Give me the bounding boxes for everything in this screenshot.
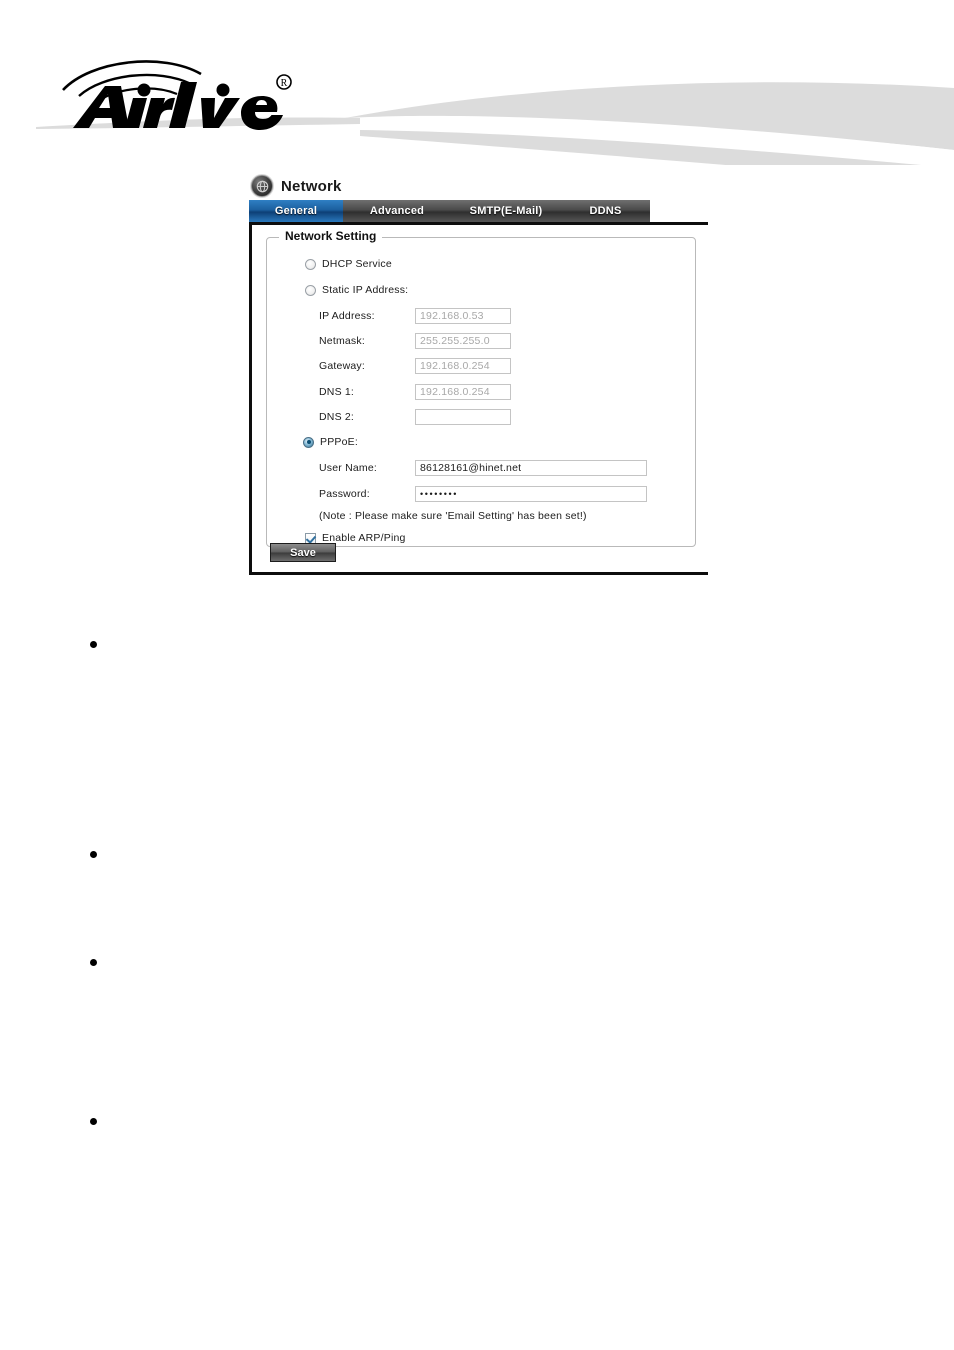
dns1-input[interactable]: 192.168.0.254: [415, 384, 511, 400]
tab-ddns[interactable]: DDNS: [561, 200, 650, 222]
svg-text:R: R: [281, 78, 288, 89]
static-ip-radio[interactable]: [305, 284, 316, 296]
page-title: Network: [281, 177, 342, 195]
fieldset-legend: Network Setting: [279, 229, 383, 243]
dhcp-service-option[interactable]: DHCP Service: [305, 258, 392, 270]
panel-body: Network Setting DHCP Service Static IP A…: [249, 225, 708, 575]
enable-arp-ping-checkbox[interactable]: [305, 532, 316, 544]
dns2-label: DNS 2:: [319, 411, 355, 423]
list-item-bullet-1: [90, 641, 97, 648]
note-text: (Note : Please make sure 'Email Setting'…: [319, 510, 587, 522]
netmask-input[interactable]: 255.255.255.0: [415, 333, 511, 349]
list-item-bullet-2: [90, 851, 97, 858]
netmask-row: Netmask: 255.255.255.0: [319, 333, 511, 349]
tab-bar: General Advanced SMTP(E-Mail) DDNS: [249, 200, 650, 222]
gateway-row: Gateway: 192.168.0.254: [319, 358, 511, 374]
static-ip-label: Static IP Address:: [322, 284, 409, 296]
dns1-row: DNS 1: 192.168.0.254: [319, 384, 511, 400]
tab-smtp-email[interactable]: SMTP(E-Mail): [451, 200, 561, 222]
list-item-bullet-4: [90, 1118, 97, 1125]
netmask-label: Netmask:: [319, 335, 365, 347]
dns2-input[interactable]: [415, 409, 511, 425]
username-label: User Name:: [319, 462, 378, 474]
network-setting-fieldset: Network Setting DHCP Service Static IP A…: [266, 229, 696, 547]
dhcp-service-radio[interactable]: [305, 258, 316, 270]
username-row: User Name: 86128161@hinet.net: [319, 460, 647, 476]
username-input[interactable]: 86128161@hinet.net: [415, 460, 647, 476]
static-ip-option[interactable]: Static IP Address:: [305, 284, 408, 296]
password-input[interactable]: ••••••••: [415, 486, 647, 502]
network-settings-screenshot: Network General Advanced SMTP(E-Mail) DD…: [249, 172, 709, 575]
pppoe-radio[interactable]: [303, 436, 314, 448]
airlive-logo: R: [62, 60, 292, 130]
password-label: Password:: [319, 488, 370, 500]
gateway-input[interactable]: 192.168.0.254: [415, 358, 511, 374]
gateway-label: Gateway:: [319, 360, 365, 372]
dhcp-service-label: DHCP Service: [322, 258, 392, 270]
network-globe-icon: [251, 175, 273, 197]
email-setting-note: (Note : Please make sure 'Email Setting'…: [319, 510, 587, 522]
save-button[interactable]: Save: [270, 543, 336, 562]
dns2-row: DNS 2:: [319, 409, 511, 425]
ip-address-row: IP Address: 192.168.0.53: [319, 308, 511, 324]
pppoe-label: PPPoE:: [320, 436, 358, 448]
panel-title-row: Network: [249, 172, 709, 200]
password-row: Password: ••••••••: [319, 486, 647, 502]
tab-advanced[interactable]: Advanced: [343, 200, 451, 222]
ip-address-label: IP Address:: [319, 310, 375, 322]
list-item-bullet-3: [90, 959, 97, 966]
pppoe-option[interactable]: PPPoE:: [303, 436, 358, 448]
ip-address-input[interactable]: 192.168.0.53: [415, 308, 511, 324]
dns1-label: DNS 1:: [319, 386, 355, 398]
tab-general[interactable]: General: [249, 200, 343, 222]
page-header: R: [0, 0, 954, 165]
